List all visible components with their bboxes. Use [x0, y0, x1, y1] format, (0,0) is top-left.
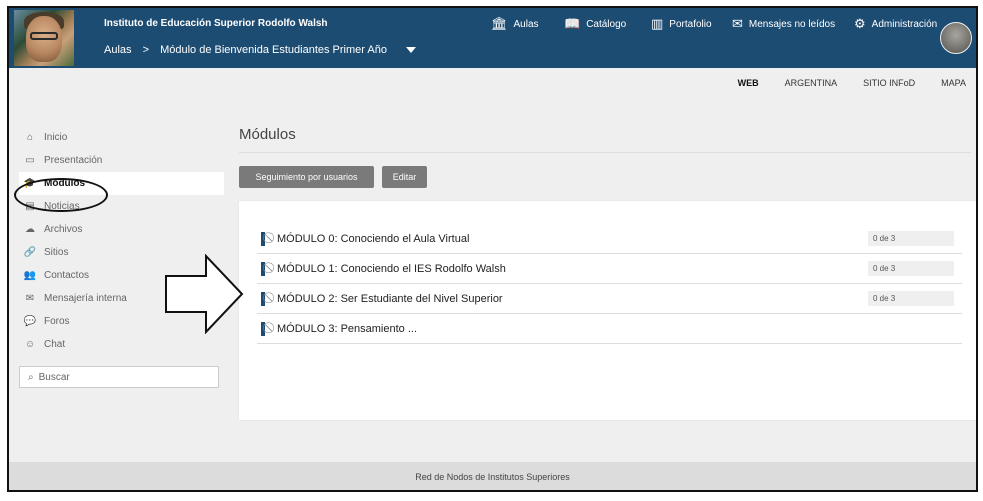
- secondary-links: WEB ARGENTINA SITIO INFoD MAPA: [712, 78, 966, 88]
- envelope-icon: ✉: [25, 293, 35, 304]
- search-icon: ⌕: [28, 371, 34, 383]
- forum-icon: 💬: [23, 316, 37, 327]
- module-marker: [261, 321, 265, 336]
- module-marker: [261, 231, 265, 246]
- nav-administracion[interactable]: ⚙ Administración: [854, 16, 937, 31]
- module-marker: [261, 261, 265, 276]
- module-progress: 0 de 3: [868, 261, 954, 276]
- sidebar-item-presentacion[interactable]: ▭ Presentación: [19, 149, 224, 172]
- module-row-0[interactable]: ⃠ MÓDULO 0: Conociendo el Aula Virtual 0…: [257, 224, 962, 254]
- institution-icon: 🏛: [491, 16, 508, 31]
- sidebar-search[interactable]: ⌕ Buscar: [19, 366, 219, 388]
- module-row-1[interactable]: ⃠ MÓDULO 1: Conociendo el IES Rodolfo Wa…: [257, 254, 962, 284]
- title-divider: [239, 152, 971, 153]
- modules-list-card: ⃠ MÓDULO 0: Conociendo el Aula Virtual 0…: [239, 201, 976, 420]
- nav-aulas[interactable]: 🏛 Aulas: [491, 16, 539, 31]
- sidebar-item-inicio[interactable]: ⌂ Inicio: [19, 126, 224, 149]
- sidebar-item-archivos[interactable]: ☁ Archivos: [19, 218, 224, 241]
- breadcrumb-separator: >: [142, 44, 150, 56]
- breadcrumb-aulas[interactable]: Aulas: [104, 44, 132, 56]
- mail-icon: ✉: [732, 16, 743, 31]
- chevron-down-icon[interactable]: [406, 47, 417, 54]
- chat-icon: ☺: [24, 339, 36, 350]
- link-mapa[interactable]: MAPA: [941, 78, 966, 88]
- module-progress: 0 de 3: [868, 291, 954, 306]
- link-web[interactable]: WEB: [738, 78, 759, 88]
- book-icon: 📖: [564, 16, 581, 31]
- module-progress: 0 de 3: [868, 231, 954, 246]
- link-argentina[interactable]: ARGENTINA: [785, 78, 838, 88]
- module-marker: [261, 291, 265, 306]
- cloud-icon: ☁: [25, 224, 35, 235]
- institution-logo: [14, 10, 74, 66]
- app-window: Instituto de Educación Superior Rodolfo …: [7, 6, 978, 492]
- highlight-annotation-oval: [14, 178, 108, 212]
- contacts-icon: 👥: [23, 270, 37, 281]
- footer: Red de Nodos de Institutos Superiores: [9, 462, 976, 490]
- module-title[interactable]: MÓDULO 1: Conociendo el IES Rodolfo Wals…: [277, 263, 506, 275]
- module-row-2[interactable]: ⃠ MÓDULO 2: Ser Estudiante del Nivel Sup…: [257, 284, 962, 314]
- module-row-3[interactable]: ⃠ MÓDULO 3: Pensamiento ...: [257, 314, 962, 344]
- module-title[interactable]: MÓDULO 2: Ser Estudiante del Nivel Super…: [277, 293, 503, 305]
- site-title[interactable]: Instituto de Educación Superior Rodolfo …: [104, 18, 328, 29]
- nav-mensajes[interactable]: ✉ Mensajes no leídos: [732, 16, 835, 31]
- nav-portafolio[interactable]: ▥ Portafolio: [651, 16, 712, 31]
- user-avatar[interactable]: [940, 22, 972, 54]
- top-header: Instituto de Educación Superior Rodolfo …: [9, 8, 976, 68]
- nav-catalogo[interactable]: 📖 Catálogo: [564, 16, 626, 31]
- breadcrumb: Aulas > Módulo de Bienvenida Estudiantes…: [104, 44, 424, 56]
- page-title: Módulos: [239, 126, 296, 143]
- link-sitio-infod[interactable]: SITIO INFoD: [863, 78, 915, 88]
- module-title[interactable]: MÓDULO 3: Pensamiento ...: [277, 323, 417, 335]
- gear-icon: ⚙: [854, 16, 866, 31]
- portfolio-icon: ▥: [651, 16, 664, 31]
- module-title[interactable]: MÓDULO 0: Conociendo el Aula Virtual: [277, 233, 469, 245]
- breadcrumb-current-course[interactable]: Módulo de Bienvenida Estudiantes Primer …: [160, 44, 387, 56]
- edit-button[interactable]: Editar: [382, 166, 427, 188]
- home-icon: ⌂: [26, 132, 34, 143]
- monitor-icon: ▭: [25, 155, 35, 166]
- tracking-by-users-button[interactable]: Seguimiento por usuarios: [239, 166, 374, 188]
- link-icon: 🔗: [23, 247, 37, 258]
- pointer-arrow-annotation: [165, 254, 244, 334]
- sidebar-item-chat[interactable]: ☺ Chat: [19, 333, 224, 356]
